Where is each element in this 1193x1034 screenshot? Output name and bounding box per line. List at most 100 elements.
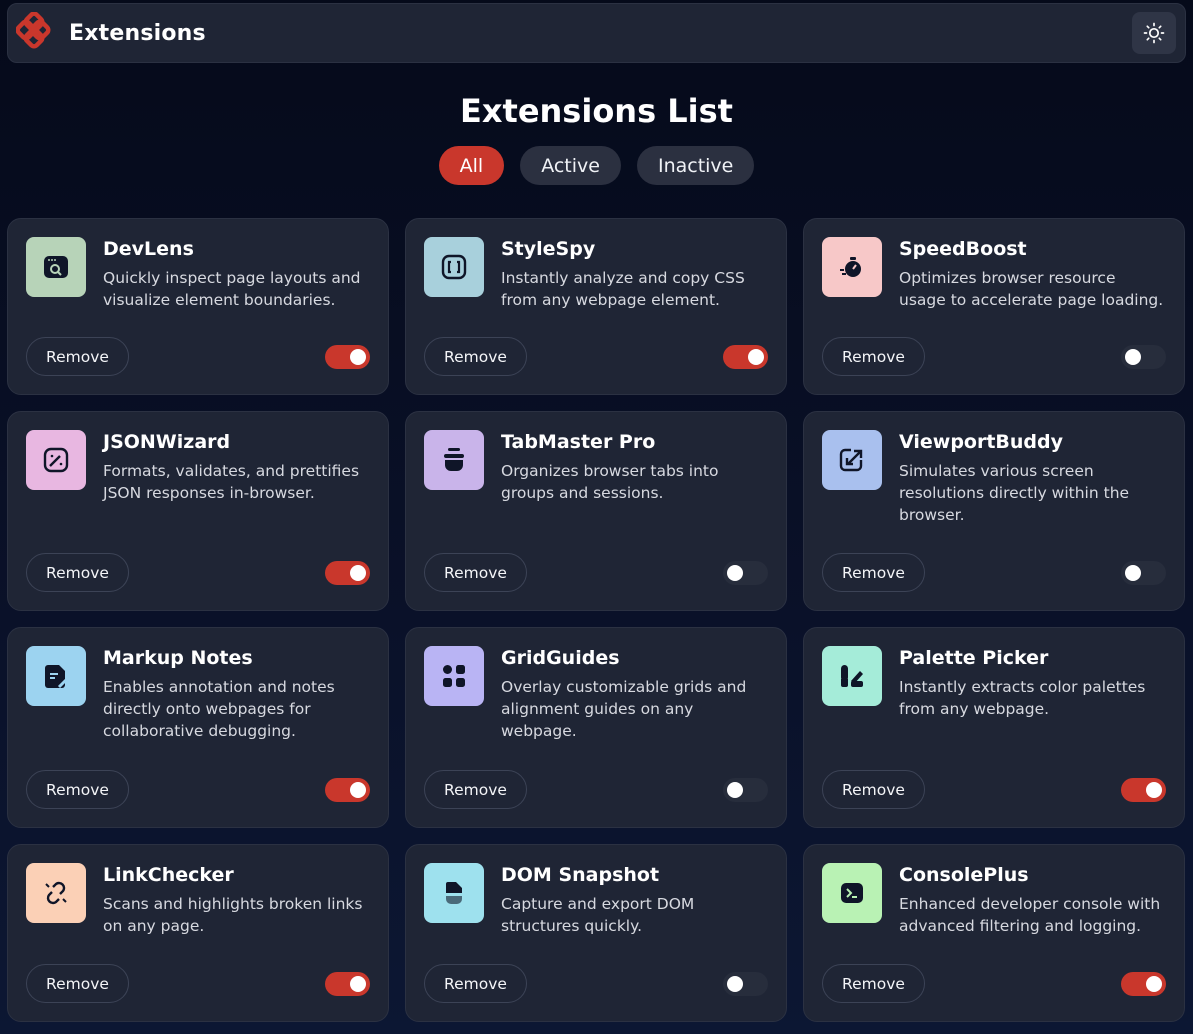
extension-description: Scans and highlights broken links on any… — [103, 895, 363, 935]
extension-name: TabMaster Pro — [501, 431, 656, 453]
extension-logo — [822, 646, 882, 706]
toggle-knob — [1125, 564, 1141, 581]
remove-button[interactable]: Remove — [822, 553, 925, 592]
brand-logo-icon — [16, 12, 51, 49]
tabmaster-icon — [444, 448, 464, 471]
extension-card-palette-picker: Palette Picker Instantly extracts color … — [803, 627, 1185, 828]
extension-logo — [424, 430, 484, 490]
remove-button[interactable]: Remove — [424, 770, 527, 809]
enable-toggle[interactable] — [1121, 344, 1166, 369]
toggle-knob — [350, 348, 366, 365]
theme-toggle-button[interactable] — [1132, 12, 1176, 54]
toggle-knob — [350, 564, 366, 581]
extension-logo — [26, 863, 86, 923]
toggle-knob — [727, 781, 743, 798]
top-bar: Extensions — [7, 3, 1186, 63]
extension-name: JSONWizard — [103, 431, 231, 453]
stylespy-icon — [441, 254, 467, 280]
remove-button[interactable]: Remove — [26, 337, 129, 376]
gridguides-icon — [443, 665, 465, 687]
brand-title: Extensions — [69, 20, 206, 46]
extension-name: DevLens — [103, 238, 194, 260]
page-title: Extensions List — [460, 92, 733, 130]
devlens-icon — [44, 256, 68, 278]
extension-name: SpeedBoost — [899, 238, 1027, 260]
extension-description: Quickly inspect page layouts and visuali… — [103, 269, 361, 309]
domsnapshot-icon — [446, 882, 462, 904]
extension-logo — [822, 863, 882, 923]
extension-card-consoleplus: ConsolePlus Enhanced developer console w… — [803, 844, 1185, 1022]
extension-description: Enables annotation and notes directly on… — [103, 678, 335, 740]
extension-description: Capture and export DOM structures quickl… — [501, 895, 695, 935]
extension-logo — [26, 237, 86, 297]
remove-button[interactable]: Remove — [424, 964, 527, 1003]
extension-card-speedboost: SpeedBoost Optimizes browser resource us… — [803, 218, 1185, 395]
palettepicker-icon — [841, 665, 863, 687]
toggle-knob — [1146, 975, 1162, 992]
extension-name: DOM Snapshot — [501, 864, 660, 886]
enable-toggle[interactable] — [325, 560, 370, 585]
filter-active-button[interactable]: Active — [520, 146, 621, 185]
extension-logo — [822, 430, 882, 490]
extension-card-linkchecker: LinkChecker Scans and highlights broken … — [7, 844, 389, 1022]
enable-toggle[interactable] — [723, 777, 768, 802]
filter-inactive-button[interactable]: Inactive — [636, 146, 755, 185]
toggle-knob — [1125, 348, 1141, 365]
toggle-knob — [748, 348, 764, 365]
extension-description: Simulates various screen resolutions dir… — [899, 462, 1130, 524]
filter-tabs: All Active Inactive — [0, 146, 1193, 185]
markupnotes-icon — [45, 665, 69, 689]
extension-logo — [424, 646, 484, 706]
extension-description: Instantly analyze and copy CSS from any … — [501, 269, 745, 309]
brand: Extensions — [16, 12, 206, 54]
remove-button[interactable]: Remove — [822, 770, 925, 809]
extension-card-devlens: DevLens Quickly inspect page layouts and… — [7, 218, 389, 395]
extension-name: LinkChecker — [103, 864, 234, 886]
extension-name: Palette Picker — [899, 647, 1049, 669]
extensions-grid: DevLens Quickly inspect page layouts and… — [7, 218, 1185, 1022]
toggle-knob — [727, 975, 743, 992]
remove-button[interactable]: Remove — [26, 770, 129, 809]
toggle-knob — [350, 781, 366, 798]
extension-description: Formats, validates, and prettifies JSON … — [103, 462, 360, 502]
enable-toggle[interactable] — [325, 971, 370, 996]
enable-toggle[interactable] — [1121, 971, 1166, 996]
extension-description: Organizes browser tabs into groups and s… — [501, 462, 719, 502]
extension-card-viewportbuddy: ViewportBuddy Simulates various screen r… — [803, 411, 1185, 611]
toggle-knob — [350, 975, 366, 992]
enable-toggle[interactable] — [1121, 777, 1166, 802]
enable-toggle[interactable] — [1121, 560, 1166, 585]
extension-logo — [822, 237, 882, 297]
extension-card-dom-snapshot: DOM Snapshot Capture and export DOM stru… — [405, 844, 787, 1022]
extension-card-markup-notes: Markup Notes Enables annotation and note… — [7, 627, 389, 828]
enable-toggle[interactable] — [723, 971, 768, 996]
toggle-knob — [727, 564, 743, 581]
extension-card-stylespy: StyleSpy Instantly analyze and copy CSS … — [405, 218, 787, 395]
enable-toggle[interactable] — [325, 344, 370, 369]
extension-logo — [424, 863, 484, 923]
extension-name: ConsolePlus — [899, 864, 1029, 886]
enable-toggle[interactable] — [723, 344, 768, 369]
remove-button[interactable]: Remove — [822, 964, 925, 1003]
enable-toggle[interactable] — [325, 777, 370, 802]
extension-card-gridguides: GridGuides Overlay customizable grids an… — [405, 627, 787, 828]
remove-button[interactable]: Remove — [26, 964, 129, 1003]
consoleplus-icon — [841, 883, 863, 903]
extension-description: Enhanced developer console with advanced… — [899, 895, 1161, 935]
remove-button[interactable]: Remove — [424, 337, 527, 376]
enable-toggle[interactable] — [723, 560, 768, 585]
viewportbuddy-icon — [839, 448, 863, 472]
extension-name: Markup Notes — [103, 647, 253, 669]
extension-description: Optimizes browser resource usage to acce… — [899, 269, 1164, 309]
extension-name: GridGuides — [501, 647, 620, 669]
remove-button[interactable]: Remove — [424, 553, 527, 592]
remove-button[interactable]: Remove — [822, 337, 925, 376]
extension-logo — [26, 430, 86, 490]
filter-all-button[interactable]: All — [438, 146, 505, 185]
jsonwizard-icon — [43, 447, 69, 473]
extension-description: Overlay customizable grids and alignment… — [501, 678, 747, 740]
speedboost-icon — [840, 257, 861, 277]
extension-name: ViewportBuddy — [899, 431, 1064, 453]
remove-button[interactable]: Remove — [26, 553, 129, 592]
extension-description: Instantly extracts color palettes from a… — [899, 678, 1146, 718]
